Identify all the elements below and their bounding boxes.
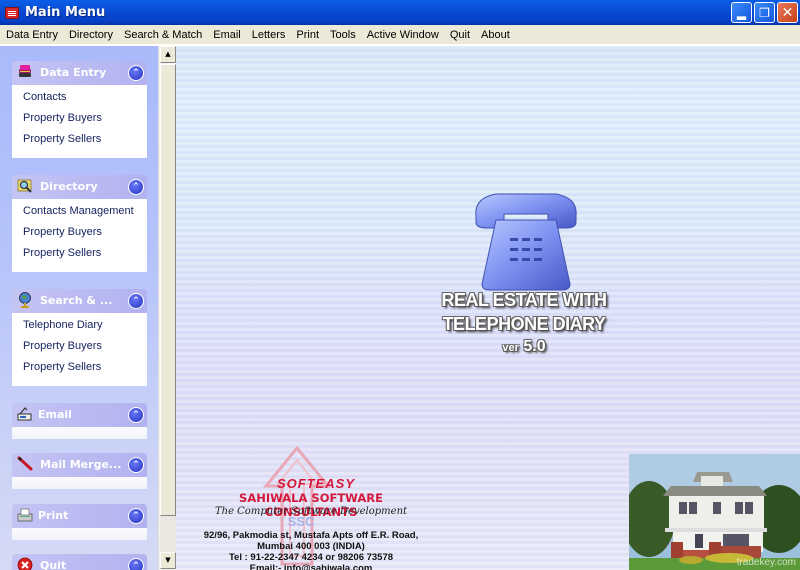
arrow-up-icon: ▲ xyxy=(165,50,171,58)
restore-icon: ❐ xyxy=(759,5,770,20)
close-button[interactable]: ✕ xyxy=(777,2,798,23)
group-header-mail-merge[interactable]: Mail Merge... ⌃ xyxy=(12,453,147,477)
scroll-thumb[interactable] xyxy=(160,64,176,516)
group-header-quit[interactable]: Quit ⌃ xyxy=(12,554,147,570)
collapse-chevron-icon[interactable]: ⌃ xyxy=(128,457,144,473)
group-data-entry: Data Entry ⌃ Contacts Property Buyers Pr… xyxy=(12,61,147,158)
group-title: Email xyxy=(38,408,72,421)
menu-data-entry[interactable]: Data Entry xyxy=(1,26,64,44)
scroll-down-button[interactable]: ▼ xyxy=(160,552,176,569)
minimize-icon: ▂ xyxy=(736,5,747,20)
link-property-sellers[interactable]: Property Sellers xyxy=(23,131,147,152)
company-mark: SSC xyxy=(287,514,315,529)
photo-watermark: tradekey.com xyxy=(736,557,796,568)
menu-email[interactable]: Email xyxy=(208,26,247,44)
menu-print[interactable]: Print xyxy=(291,26,325,44)
scroll-track[interactable] xyxy=(160,516,176,552)
printer-icon xyxy=(17,508,33,522)
collapse-chevron-icon[interactable]: ⌃ xyxy=(128,179,144,195)
magnifier-folder-icon xyxy=(17,179,32,193)
group-quit: Quit ⌃ xyxy=(12,554,147,570)
quit-icon xyxy=(17,557,33,570)
group-body xyxy=(12,477,147,489)
group-title: Directory xyxy=(40,180,98,193)
books-icon xyxy=(19,65,31,77)
arrow-down-icon: ▼ xyxy=(165,556,171,564)
link-property-sellers[interactable]: Property Sellers xyxy=(23,359,147,380)
collapse-chevron-icon[interactable]: ⌃ xyxy=(128,558,144,570)
group-header-print[interactable]: Print ⌃ xyxy=(12,504,147,528)
group-title: Data Entry xyxy=(40,66,107,79)
collapse-chevron-icon[interactable]: ⌃ xyxy=(128,65,144,81)
link-property-buyers[interactable]: Property Buyers xyxy=(23,224,147,245)
menu-about[interactable]: About xyxy=(476,26,516,44)
house-image xyxy=(629,454,800,570)
globe-icon xyxy=(19,292,31,308)
group-directory: Directory ⌃ Contacts Management Property… xyxy=(12,175,147,272)
menu-bar: Data Entry Directory Search & Match Emai… xyxy=(0,25,800,45)
product-title-line2: TELEPHONE DIARY xyxy=(442,314,606,334)
minimize-button[interactable]: ▂ xyxy=(731,2,752,23)
version-prefix: ver xyxy=(502,342,519,354)
group-search-match: Search & ... ⌃ Telephone Diary Property … xyxy=(12,289,147,386)
telephone-icon xyxy=(475,193,577,291)
group-header-directory[interactable]: Directory ⌃ xyxy=(12,175,147,199)
link-contacts[interactable]: Contacts xyxy=(23,89,147,110)
group-header-search[interactable]: Search & ... ⌃ xyxy=(12,289,147,313)
task-pane: Data Entry ⌃ Contacts Property Buyers Pr… xyxy=(0,46,158,570)
group-body: Contacts Management Property Buyers Prop… xyxy=(12,199,147,272)
collapse-chevron-icon[interactable]: ⌃ xyxy=(128,293,144,309)
group-title: Print xyxy=(38,509,69,522)
company-phone: Tel : 91-22-2347 4234 or 98206 73578 xyxy=(228,552,394,563)
menu-directory[interactable]: Directory xyxy=(64,26,119,44)
menu-search-match[interactable]: Search & Match xyxy=(119,26,208,44)
group-body: Contacts Property Buyers Property Seller… xyxy=(12,85,147,158)
window-controls: ▂ ❐ ✕ xyxy=(731,2,798,23)
group-header-data-entry[interactable]: Data Entry ⌃ xyxy=(12,61,147,85)
restore-button[interactable]: ❐ xyxy=(754,2,775,23)
product-title-line1: REAL ESTATE WITH xyxy=(441,290,608,310)
company-address-line1: 92/96, Pakmodia st, Mustafa Apts off E.R… xyxy=(203,530,419,541)
group-mail-merge: Mail Merge... ⌃ xyxy=(12,453,147,489)
group-print: Print ⌃ xyxy=(12,504,147,540)
close-icon: ✕ xyxy=(781,4,794,21)
collapse-chevron-icon[interactable]: ⌃ xyxy=(128,407,144,423)
menu-quit[interactable]: Quit xyxy=(445,26,476,44)
product-version: ver 5.0 xyxy=(404,338,644,356)
link-property-sellers[interactable]: Property Sellers xyxy=(23,245,147,266)
pen-icon xyxy=(17,456,33,471)
link-contacts-management[interactable]: Contacts Management xyxy=(23,203,147,224)
group-body xyxy=(12,528,147,540)
group-header-email[interactable]: Email ⌃ xyxy=(12,403,147,427)
link-property-buyers[interactable]: Property Buyers xyxy=(23,110,147,131)
title-bar[interactable]: Main Menu ▂ ❐ ✕ xyxy=(0,0,800,25)
telephone-icon[interactable] xyxy=(5,6,19,19)
task-pane-scrollbar[interactable]: ▲ ▼ xyxy=(158,46,176,570)
group-email: Email ⌃ xyxy=(12,403,147,439)
company-address-line2: Mumbai 400 003 (INDIA) xyxy=(257,541,365,552)
menu-letters[interactable]: Letters xyxy=(247,26,292,44)
house-photo: tradekey.com xyxy=(629,454,800,570)
email-icon xyxy=(17,407,32,421)
window-title: Main Menu xyxy=(25,5,106,20)
splash-area: REAL ESTATE WITH TELEPHONE DIARY ver 5.0… xyxy=(176,46,800,570)
group-body xyxy=(12,427,147,439)
brand-softeasy: SOFTEASY xyxy=(276,476,356,491)
group-title: Quit xyxy=(40,559,67,570)
link-property-buyers[interactable]: Property Buyers xyxy=(23,338,147,359)
group-title: Mail Merge... xyxy=(40,458,122,471)
link-telephone-diary[interactable]: Telephone Diary xyxy=(23,317,147,338)
collapse-chevron-icon[interactable]: ⌃ xyxy=(128,508,144,524)
group-body: Telephone Diary Property Buyers Property… xyxy=(12,313,147,386)
group-title: Search & ... xyxy=(40,294,113,307)
version-number: 5.0 xyxy=(523,338,546,355)
company-email: Email:- info@sahiwala.com xyxy=(249,563,373,570)
scroll-up-button[interactable]: ▲ xyxy=(160,46,176,63)
menu-tools[interactable]: Tools xyxy=(325,26,362,44)
menu-active-window[interactable]: Active Window xyxy=(362,26,445,44)
